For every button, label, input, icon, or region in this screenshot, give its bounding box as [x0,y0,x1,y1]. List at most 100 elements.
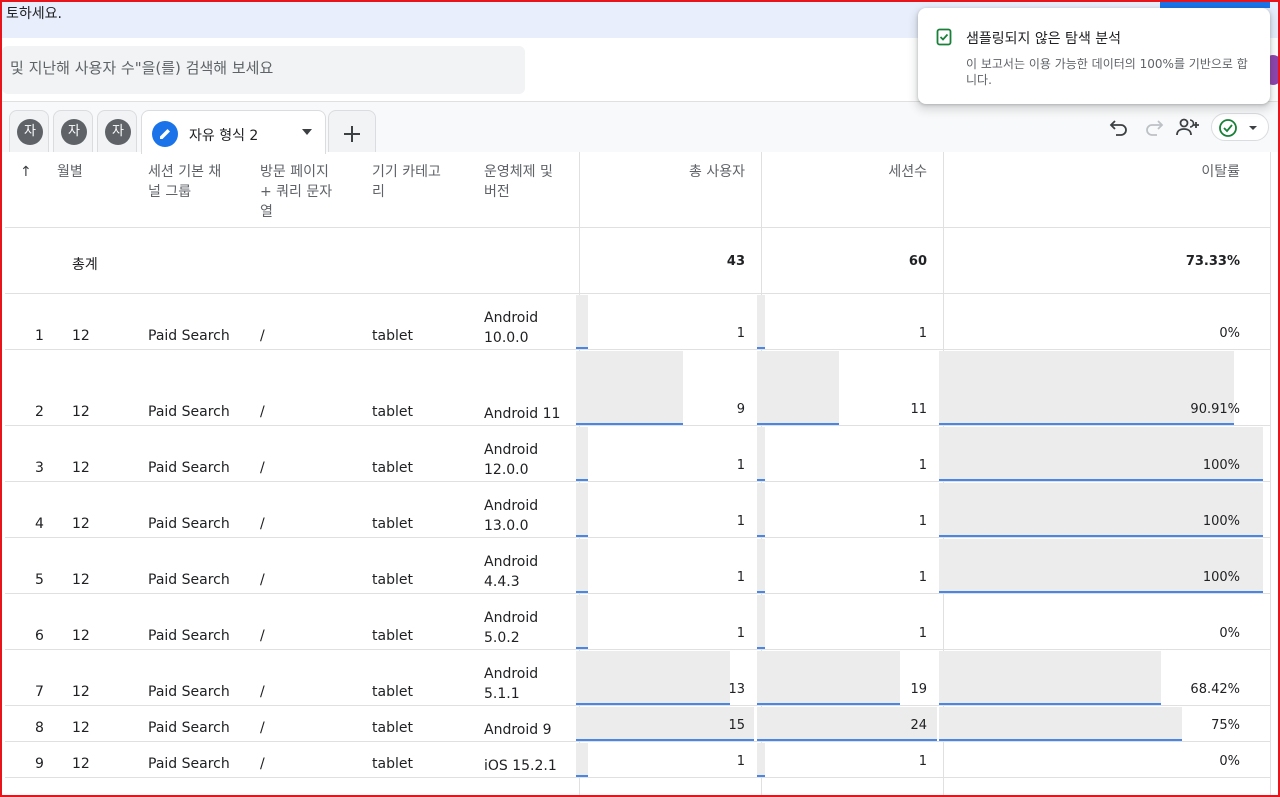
totals-sessions: 60 [908,254,927,269]
row-sessions: 1 [918,754,927,769]
undo-icon[interactable] [1107,115,1131,139]
row-index: 1 [35,328,44,344]
data-table: ↑ 월별 세션 기본 채널 그룹 방문 페이지 + 쿼리 문자열 기기 카테고리… [5,152,1271,797]
table-row[interactable]: 4 12 Paid Search / tablet Android 13.0.0 1 1 100… [5,482,1270,538]
row-users: 1 [736,514,745,529]
add-tab-button[interactable] [328,110,376,152]
totals-users: 43 [726,254,745,269]
totals-bounce: 73.33% [1185,254,1240,269]
search-box[interactable] [2,46,525,94]
row-channel: Paid Search [148,404,230,420]
tab-freeform-2[interactable]: 자유 형식 2 [141,110,326,154]
users-bar [576,483,588,536]
row-users: 1 [736,570,745,585]
row-month: 12 [72,572,90,588]
row-sessions: 1 [918,570,927,585]
row-os: Android 13.0.0 [484,498,539,534]
banner-action-button[interactable] [1160,0,1270,8]
row-device: tablet [372,328,413,344]
row-users: 15 [728,718,745,733]
tab-avatar: 자 [17,119,43,145]
banner-text: 토하세요. [6,6,62,22]
row-users: 1 [736,326,745,341]
row-index: 7 [35,684,44,700]
tab-chip-2[interactable]: 자 [53,110,93,152]
table-row[interactable]: 7 12 Paid Search / tablet Android 5.1.1 13 19 68… [5,650,1270,706]
header-device[interactable]: 기기 카테고리 [372,162,442,202]
table-row[interactable]: 6 12 Paid Search / tablet Android 5.0.2 1 1 0% [5,594,1270,650]
table-row[interactable]: 1 12 Paid Search / tablet Android 10.0.0 1 1 0% [5,294,1270,350]
header-users[interactable]: 총 사용자 [605,162,745,182]
redo-icon[interactable] [1142,115,1166,139]
sort-arrow-icon[interactable]: ↑ [20,162,32,182]
row-index: 5 [35,572,44,588]
row-page: / [260,628,265,644]
bounce-bar [939,743,942,776]
row-channel: Paid Search [148,328,230,344]
row-bounce: 0% [1219,326,1240,341]
check-circle-icon [1219,119,1257,137]
sessions-bar [757,743,765,776]
table-row[interactable]: 5 12 Paid Search / tablet Android 4.4.3 1 1 100% [5,538,1270,594]
row-bounce: 68.42% [1190,682,1240,697]
toast-title: 샘플링되지 않은 탐색 분석 [966,31,1122,47]
row-users: 9 [736,402,745,417]
row-month: 12 [72,516,90,532]
table-row[interactable]: 9 12 Paid Search / tablet iOS 15.2.1 1 1 0% [5,742,1270,778]
header-channel[interactable]: 세션 기본 채널 그룹 [148,162,228,202]
row-page: / [260,404,265,420]
row-index: 9 [35,756,44,772]
caret-down-icon[interactable] [302,129,312,135]
sessions-bar [757,483,765,536]
tab-chip-1[interactable]: 자 [9,110,49,152]
tabs-bar: 자 자 자 자유 형식 2 [0,102,1280,154]
status-dropdown[interactable] [1211,113,1269,141]
row-os: Android 5.0.2 [484,610,539,646]
row-os: Android 12.0.0 [484,442,539,478]
header-month[interactable]: 월별 [57,162,83,182]
table-row[interactable]: 2 12 Paid Search / tablet Android 11 9 11 90.91% [5,350,1270,426]
row-month: 12 [72,684,90,700]
table-row[interactable]: 3 12 Paid Search / tablet Android 12.0.0 1 1 100… [5,426,1270,482]
row-channel: Paid Search [148,684,230,700]
header-sessions[interactable]: 세션수 [785,162,927,182]
row-sessions: 1 [918,626,927,641]
tab-avatar: 자 [105,119,131,145]
row-divider [5,777,1270,778]
row-channel: Paid Search [148,516,230,532]
search-input[interactable] [10,59,515,77]
row-month: 12 [72,720,90,736]
row-sessions: 1 [918,326,927,341]
row-index: 8 [35,720,44,736]
row-device: tablet [372,516,413,532]
row-index: 3 [35,460,44,476]
users-bar [576,539,588,592]
row-month: 12 [72,328,90,344]
row-os: Android 11 [484,406,561,422]
row-channel: Paid Search [148,720,230,736]
header-bounce[interactable]: 이탈률 [1085,162,1240,182]
row-bounce: 75% [1211,718,1240,733]
header-os[interactable]: 운영체제 및 버전 [484,162,564,202]
bounce-bar [939,595,942,648]
pencil-icon [152,121,178,147]
row-bounce: 90.91% [1190,402,1240,417]
row-bounce: 100% [1202,514,1240,529]
row-sessions: 24 [910,718,927,733]
row-bounce: 100% [1202,570,1240,585]
row-page: / [260,572,265,588]
row-index: 6 [35,628,44,644]
table-row[interactable]: 8 12 Paid Search / tablet Android 9 15 24 75% [5,706,1270,742]
row-users: 1 [736,626,745,641]
row-users: 1 [736,458,745,473]
row-channel: Paid Search [148,756,230,772]
row-device: tablet [372,628,413,644]
row-device: tablet [372,572,413,588]
row-users: 1 [736,754,745,769]
header-page[interactable]: 방문 페이지 + 쿼리 문자열 [260,162,340,222]
row-page: / [260,684,265,700]
tab-chip-3[interactable]: 자 [97,110,137,152]
row-os: Android 9 [484,722,552,738]
share-user-icon[interactable] [1175,115,1201,139]
sessions-bar [757,427,765,480]
